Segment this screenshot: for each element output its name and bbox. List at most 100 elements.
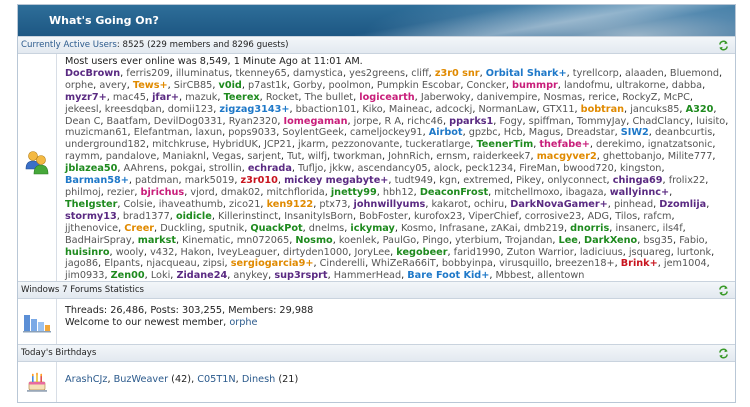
active-user-link[interactable]: p7ast1k [248,80,287,91]
active-user-link[interactable]: dnorris [570,223,609,234]
active-user-link[interactable]: Cinderelli [320,258,366,269]
active-user-link[interactable]: breezen18+ [555,258,614,269]
active-user-link[interactable]: GTX11 [542,104,574,115]
active-user-link[interactable]: Nosmo [295,235,332,246]
active-user-link[interactable]: Kiko [362,104,382,115]
active-user-link[interactable]: Airbot [429,127,463,138]
active-user-link[interactable]: Maniaknl [163,151,207,162]
active-user-link[interactable]: muzicman61 [65,127,128,138]
active-user-link[interactable]: deanbcurtis [655,127,712,138]
active-user-link[interactable]: pparks1 [449,116,493,127]
active-user-link[interactable]: TheIgster [65,199,117,210]
refresh-icon[interactable] [718,348,729,359]
active-user-link[interactable]: dirtyden1000 [283,247,348,258]
active-user-link[interactable]: farid1990 [454,247,501,258]
active-user-link[interactable]: jekeesl [65,104,99,115]
active-user-link[interactable]: ken9122 [267,199,314,210]
active-user-link[interactable]: BadHairSpray [65,235,132,246]
active-user-link[interactable]: sup3rsprt [274,270,327,281]
active-user-link[interactable]: bummpr [512,80,558,91]
active-user-link[interactable]: Milite777 [668,151,713,162]
active-user-link[interactable]: kegobeer [396,247,447,258]
active-user-link[interactable]: Tufljo [298,163,323,174]
active-user-link[interactable]: johnwillyums [354,199,426,210]
active-user-link[interactable]: JCP21 [264,139,292,150]
active-user-link[interactable]: Elpants [104,258,140,269]
active-user-link[interactable]: McPC [664,92,690,103]
active-user-link[interactable]: avery [99,80,126,91]
active-users-link[interactable]: Currently Active Users [21,40,117,50]
active-user-link[interactable]: Magus [529,127,561,138]
active-user-link[interactable]: tworkman [333,151,382,162]
active-user-link[interactable]: v432 [150,247,174,258]
active-user-link[interactable]: DevilDog0331 [154,116,223,127]
active-user-link[interactable]: myzr7+ [65,92,107,103]
active-user-link[interactable]: ickymay [350,223,394,234]
newest-member-link[interactable]: orphe [229,317,257,328]
active-user-link[interactable]: mazuk [185,92,217,103]
active-user-link[interactable]: DarkXeno [584,235,637,246]
active-user-link[interactable]: Loki [151,270,170,281]
active-user-link[interactable]: pokgai [170,163,202,174]
active-user-link[interactable]: peck1234 [465,163,513,174]
active-user-link[interactable]: onlyconnect [547,175,606,186]
active-user-link[interactable]: ghettobanjo [603,151,662,162]
active-user-link[interactable]: raiderkeek7 [473,151,531,162]
active-user-link[interactable]: Vegas [212,151,241,162]
active-user-link[interactable]: brad1377 [123,211,170,222]
active-user-link[interactable]: thefabe+ [539,139,589,150]
active-user-link[interactable]: ochiru [474,199,504,210]
active-user-link[interactable]: Hakon [180,247,211,258]
active-user-link[interactable]: PaulGo [383,235,417,246]
active-user-link[interactable]: Nosmas [544,92,583,103]
active-user-link[interactable]: Gorby [293,80,322,91]
active-user-link[interactable]: wilfj [308,151,327,162]
active-user-link[interactable]: z3r0 snr [435,68,480,79]
active-user-link[interactable]: patdman [135,175,179,186]
active-user-link[interactable]: gpzbc [469,127,498,138]
active-user-link[interactable]: Trojandan [505,235,552,246]
active-user-link[interactable]: mn072065 [237,235,290,246]
active-user-link[interactable]: ChadClancy [632,116,690,127]
active-user-link[interactable]: RockyZ [622,92,657,103]
active-user-link[interactable]: zipsi [203,258,225,269]
active-user-link[interactable]: Orbital Shark+ [486,68,567,79]
active-user-link[interactable]: Infrasane [439,223,484,234]
active-user-link[interactable]: ihaveathumb [159,199,223,210]
active-user-link[interactable]: Pumpkin Escobar [377,80,460,91]
active-user-link[interactable]: Kinematic [182,235,230,246]
active-user-link[interactable]: sputnik [209,223,245,234]
active-user-link[interactable]: bwood720 [563,163,614,174]
active-user-link[interactable]: Dzomlija [659,199,706,210]
active-user-link[interactable]: lurtonk [677,247,711,258]
active-user-link[interactable]: richc46 [407,116,443,127]
active-user-link[interactable]: Zidane24 [176,270,227,281]
active-user-link[interactable]: mitchellmoxo [494,187,559,198]
active-user-link[interactable]: mitchflorida [267,187,325,198]
active-user-link[interactable]: Duckling [160,223,202,234]
active-user-link[interactable]: logicearth [359,92,414,103]
active-user-link[interactable]: sarjent [247,151,281,162]
active-user-link[interactable]: DocBrown [65,68,120,79]
active-user-link[interactable]: mark5019 [185,175,235,186]
active-user-link[interactable]: jorpe [354,116,379,127]
active-user-link[interactable]: Pikey [516,175,541,186]
active-user-link[interactable]: mitchkruse [152,139,206,150]
active-user-link[interactable]: ernsm [436,151,466,162]
active-user-link[interactable]: bobbyinpa [442,258,493,269]
active-user-link[interactable]: Brink+ [621,258,658,269]
active-user-link[interactable]: Bluemond [670,68,719,79]
active-user-link[interactable]: kreesdqban [105,104,162,115]
active-user-link[interactable]: WhiZeRa66iT [371,258,435,269]
active-user-link[interactable]: pandalove [106,151,157,162]
active-user-link[interactable]: bbaction101 [296,104,357,115]
active-user-link[interactable]: Zen00 [111,270,145,281]
active-user-link[interactable]: frolix22 [669,175,706,186]
active-user-link[interactable]: Hcb [504,127,523,138]
active-user-link[interactable]: dnelms [309,223,344,234]
active-user-link[interactable]: Barman58+ [65,175,129,186]
active-user-link[interactable]: Tilos [615,211,637,222]
active-user-link[interactable]: vjord [190,187,214,198]
active-user-link[interactable]: Concker [467,80,506,91]
active-user-link[interactable]: mac45 [113,92,146,103]
